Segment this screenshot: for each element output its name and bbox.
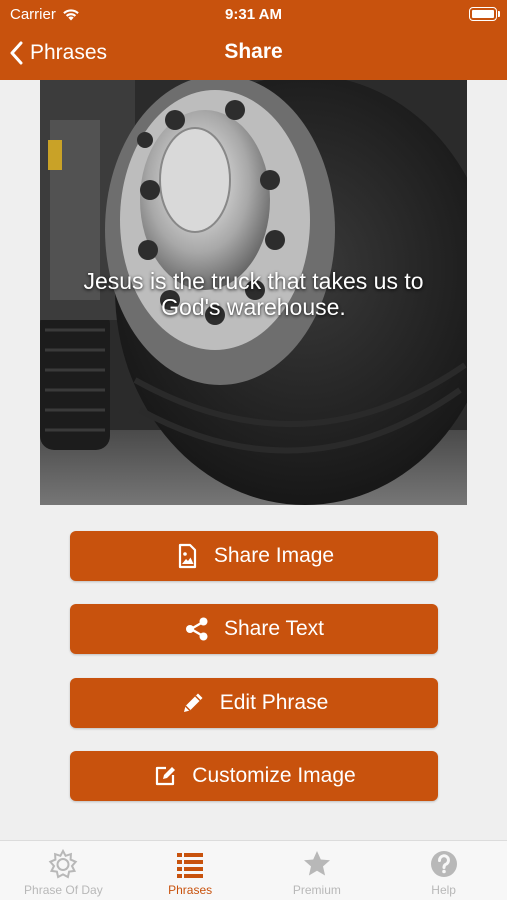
tab-label: Phrases [168,883,213,897]
tab-label: Help [431,883,456,897]
page-title: Share [224,40,283,63]
share-text-button[interactable]: Share Text [70,604,438,654]
star-icon [302,849,332,879]
edit-phrase-label: Edit Phrase [219,691,329,714]
tab-premium[interactable]: Premium [254,841,381,900]
nav-header: Carrier 9:31 AM Phrases Share [0,0,507,80]
edit-square-icon [152,763,178,789]
tab-label: Phrase Of Day [24,883,103,897]
phrase-text: Jesus is the truck that takes us to God'… [83,268,424,320]
pencil-icon [180,690,206,716]
share-image-label: Share Image [213,544,335,567]
customize-image-button[interactable]: Customize Image [70,751,438,801]
tab-phrase-of-day[interactable]: Phrase Of Day [0,841,127,900]
question-icon [429,849,459,879]
share-image-button[interactable]: Share Image [70,531,438,581]
share-icon [184,616,210,642]
tab-label: Premium [292,883,341,897]
list-icon [175,849,205,879]
sun-icon [48,849,78,879]
tab-help[interactable]: Help [380,841,507,900]
tab-bar: Phrase Of Day Phrases Premium Help [0,840,507,900]
edit-phrase-button[interactable]: Edit Phrase [70,678,438,728]
battery-icon [469,7,500,21]
image-file-icon [174,543,200,569]
status-bar: Carrier 9:31 AM [0,0,507,28]
phrase-image: Jesus is the truck that takes us to God'… [40,80,467,505]
customize-image-label: Customize Image [192,764,356,787]
status-time: 9:31 AM [225,6,282,23]
tab-phrases[interactable]: Phrases [127,841,254,900]
share-text-label: Share Text [223,617,324,640]
